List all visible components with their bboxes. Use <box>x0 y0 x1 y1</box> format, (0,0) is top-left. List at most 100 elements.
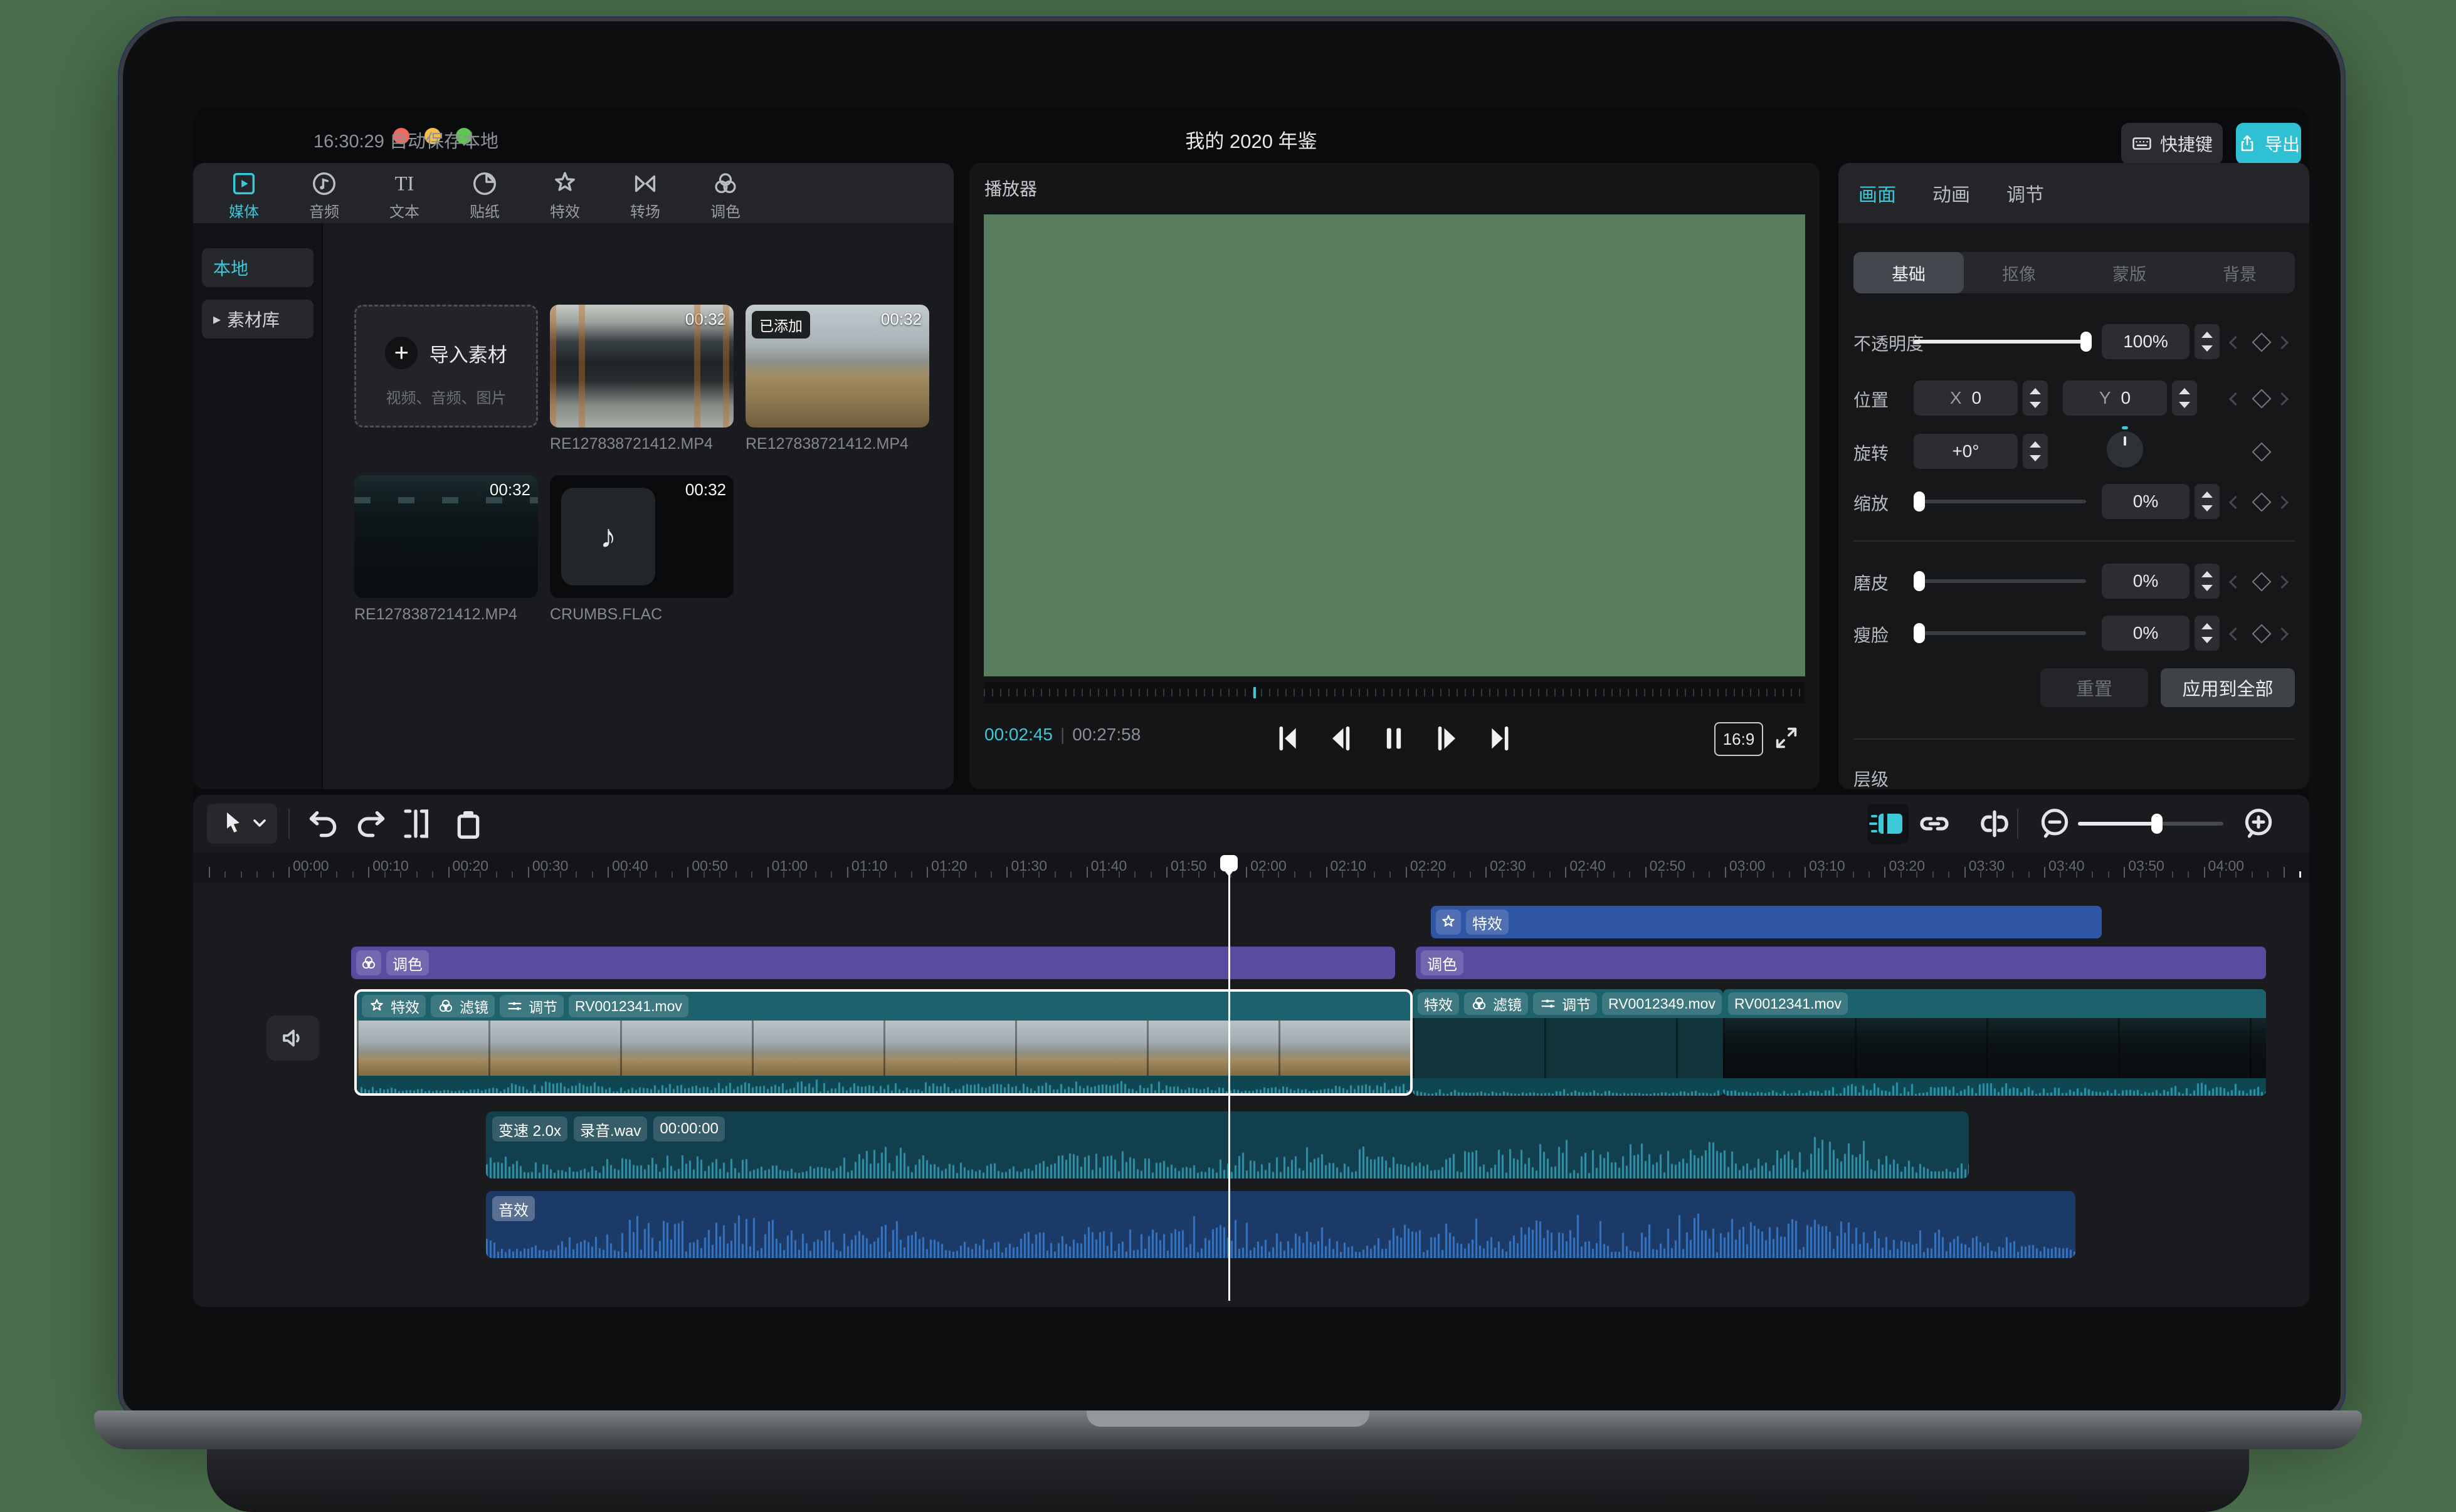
slim-face-stepper[interactable] <box>2195 616 2220 651</box>
pause-button[interactable] <box>1376 721 1411 756</box>
track-mute-button[interactable] <box>266 1016 319 1061</box>
rotation-stepper[interactable] <box>2023 434 2048 469</box>
rotation-keyframe-button[interactable] <box>2252 442 2272 462</box>
select-tool-button[interactable] <box>207 804 277 844</box>
aspect-ratio-button[interactable]: 16:9 <box>1714 722 1763 756</box>
laptop-hinge-notch <box>1087 1410 1369 1427</box>
next-keyframe-icon[interactable] <box>2275 495 2289 510</box>
clip-badge-label: 特效 <box>1472 915 1502 933</box>
split-clip-button[interactable] <box>1974 804 2015 844</box>
shortcuts-button[interactable]: 快捷键 <box>2121 123 2223 164</box>
video-clip-RV0012349.mov[interactable]: 特效 滤镜 调节 RV0012349.mov <box>1413 989 1723 1096</box>
slim-face-keyframe-button[interactable] <box>2252 624 2272 644</box>
undo-button[interactable] <box>303 804 343 844</box>
timeline-ruler[interactable]: 00:00 00:10 00:20 00:30 00:40 00:50 01:00 01:10… <box>193 853 2309 883</box>
export-button[interactable]: 导出 <box>2236 123 2301 164</box>
color-track-clip[interactable]: 调色 <box>351 947 1395 979</box>
total-time: 00:27:58 <box>1072 725 1141 744</box>
subtab-mask[interactable]: 蒙版 <box>2074 252 2185 293</box>
prev-keyframe-icon[interactable] <box>2228 392 2243 406</box>
next-keyframe-icon[interactable] <box>2275 627 2289 641</box>
media-item[interactable]: 00:32 RE127838721412.MP4 <box>354 475 538 624</box>
skip-start-button[interactable] <box>1271 721 1306 756</box>
position-y-field[interactable]: Y0 <box>2063 381 2167 416</box>
slim-face-label: 瘦脸 <box>1853 626 1889 645</box>
effect-track-clip[interactable]: 特效 <box>1431 906 2102 938</box>
rotation-value[interactable]: +0° <box>1914 434 2018 469</box>
tab-adjust[interactable]: 调节 <box>2006 179 2044 207</box>
sidebar-item-本地[interactable]: 本地 <box>202 248 314 287</box>
import-material-card[interactable]: + 导入素材 视频、音频、图片 <box>354 305 538 428</box>
zoom-out-button[interactable] <box>2035 804 2075 844</box>
scale-value[interactable]: 0% <box>2102 484 2190 519</box>
smooth-skin-slider[interactable] <box>1914 571 2086 591</box>
next-keyframe-icon[interactable] <box>2275 392 2289 406</box>
slim-face-slider[interactable] <box>1914 623 2086 643</box>
delete-button[interactable] <box>448 804 488 844</box>
next-keyframe-icon[interactable] <box>2275 575 2289 589</box>
redo-button[interactable] <box>351 804 391 844</box>
reset-button[interactable]: 重置 <box>2040 668 2148 707</box>
skip-end-icon <box>1482 721 1517 756</box>
sidebar-item-素材库[interactable]: ▸ 素材库 <box>202 300 314 339</box>
subtab-background[interactable]: 背景 <box>2185 252 2295 293</box>
ruler-tick <box>2251 871 2253 878</box>
media-tab-贴纸[interactable]: 贴纸 <box>445 168 525 222</box>
link-clips-button[interactable] <box>1914 804 1954 844</box>
prev-keyframe-icon[interactable] <box>2228 335 2243 350</box>
prev-keyframe-icon[interactable] <box>2228 495 2243 510</box>
media-tab-文本[interactable]: TI 文本 <box>364 168 445 222</box>
timeline-playhead[interactable] <box>1220 855 1238 1301</box>
next-keyframe-icon[interactable] <box>2275 335 2289 350</box>
split-button[interactable] <box>398 804 438 844</box>
opacity-value[interactable]: 100% <box>2102 324 2190 359</box>
position-keyframe-button[interactable] <box>2252 389 2272 409</box>
position-y-stepper[interactable] <box>2172 381 2197 416</box>
snap-timeline-toggle[interactable] <box>1867 804 1909 844</box>
media-tab-音频[interactable]: 音频 <box>284 168 364 222</box>
media-tab-媒体[interactable]: 媒体 <box>204 168 284 222</box>
media-tab-转场[interactable]: 转场 <box>605 168 685 222</box>
player-preview[interactable] <box>984 214 1805 676</box>
smooth-skin-stepper[interactable] <box>2195 564 2220 599</box>
timeline-zoom-slider[interactable] <box>2078 814 2223 834</box>
media-tab-特效[interactable]: 特效 <box>525 168 605 222</box>
media-item[interactable]: ♪ 00:32 CRUMBS.FLAC <box>550 475 734 624</box>
laptop-deck <box>207 1449 2249 1512</box>
prev-keyframe-icon[interactable] <box>2228 575 2243 589</box>
prev-frame-button[interactable] <box>1324 721 1359 756</box>
position-x-stepper[interactable] <box>2023 381 2048 416</box>
opacity-slider[interactable] <box>1914 332 2092 352</box>
subtab-chroma-key[interactable]: 抠像 <box>1964 252 2074 293</box>
audio-clip-sfx[interactable]: 音效 <box>486 1191 2075 1258</box>
video-clip-RV0012341.mov[interactable]: 特效 滤镜 调节 RV0012341.mov <box>354 989 1413 1096</box>
media-tab-label: 文本 <box>389 204 419 221</box>
smooth-skin-value[interactable]: 0% <box>2102 564 2190 599</box>
media-item[interactable]: 已添加 00:32 RE127838721412.MP4 <box>746 305 929 453</box>
playhead-handle[interactable] <box>1220 855 1238 876</box>
smooth-skin-keyframe-button[interactable] <box>2252 572 2272 592</box>
apply-to-all-button[interactable]: 应用到全部 <box>2161 668 2295 707</box>
subtab-basic[interactable]: 基础 <box>1853 252 1964 293</box>
next-frame-button[interactable] <box>1429 721 1464 756</box>
opacity-stepper[interactable] <box>2195 324 2220 359</box>
scale-slider[interactable] <box>1914 491 2086 512</box>
prev-keyframe-icon[interactable] <box>2228 627 2243 641</box>
video-clip-RV0012341.mov[interactable]: RV0012341.mov <box>1723 989 2266 1096</box>
fullscreen-button[interactable] <box>1772 723 1801 752</box>
slim-face-value[interactable]: 0% <box>2102 616 2190 651</box>
zoom-in-button[interactable] <box>2238 804 2279 844</box>
media-tab-调色[interactable]: 调色 <box>685 168 766 222</box>
tab-animation[interactable]: 动画 <box>1932 179 1970 207</box>
tab-picture[interactable]: 画面 <box>1858 179 1896 207</box>
opacity-keyframe-button[interactable] <box>2252 332 2272 352</box>
ruler-tick <box>1501 871 1503 878</box>
media-item[interactable]: 00:32 RE127838721412.MP4 <box>550 305 734 453</box>
scale-stepper[interactable] <box>2195 484 2220 519</box>
color-track-clip[interactable]: 调色 <box>1416 947 2266 979</box>
player-seekbar[interactable] <box>984 682 1805 703</box>
scale-keyframe-button[interactable] <box>2252 492 2272 512</box>
position-x-field[interactable]: X0 <box>1914 381 2018 416</box>
skip-end-button[interactable] <box>1482 721 1517 756</box>
rotation-knob[interactable] <box>2107 426 2143 468</box>
